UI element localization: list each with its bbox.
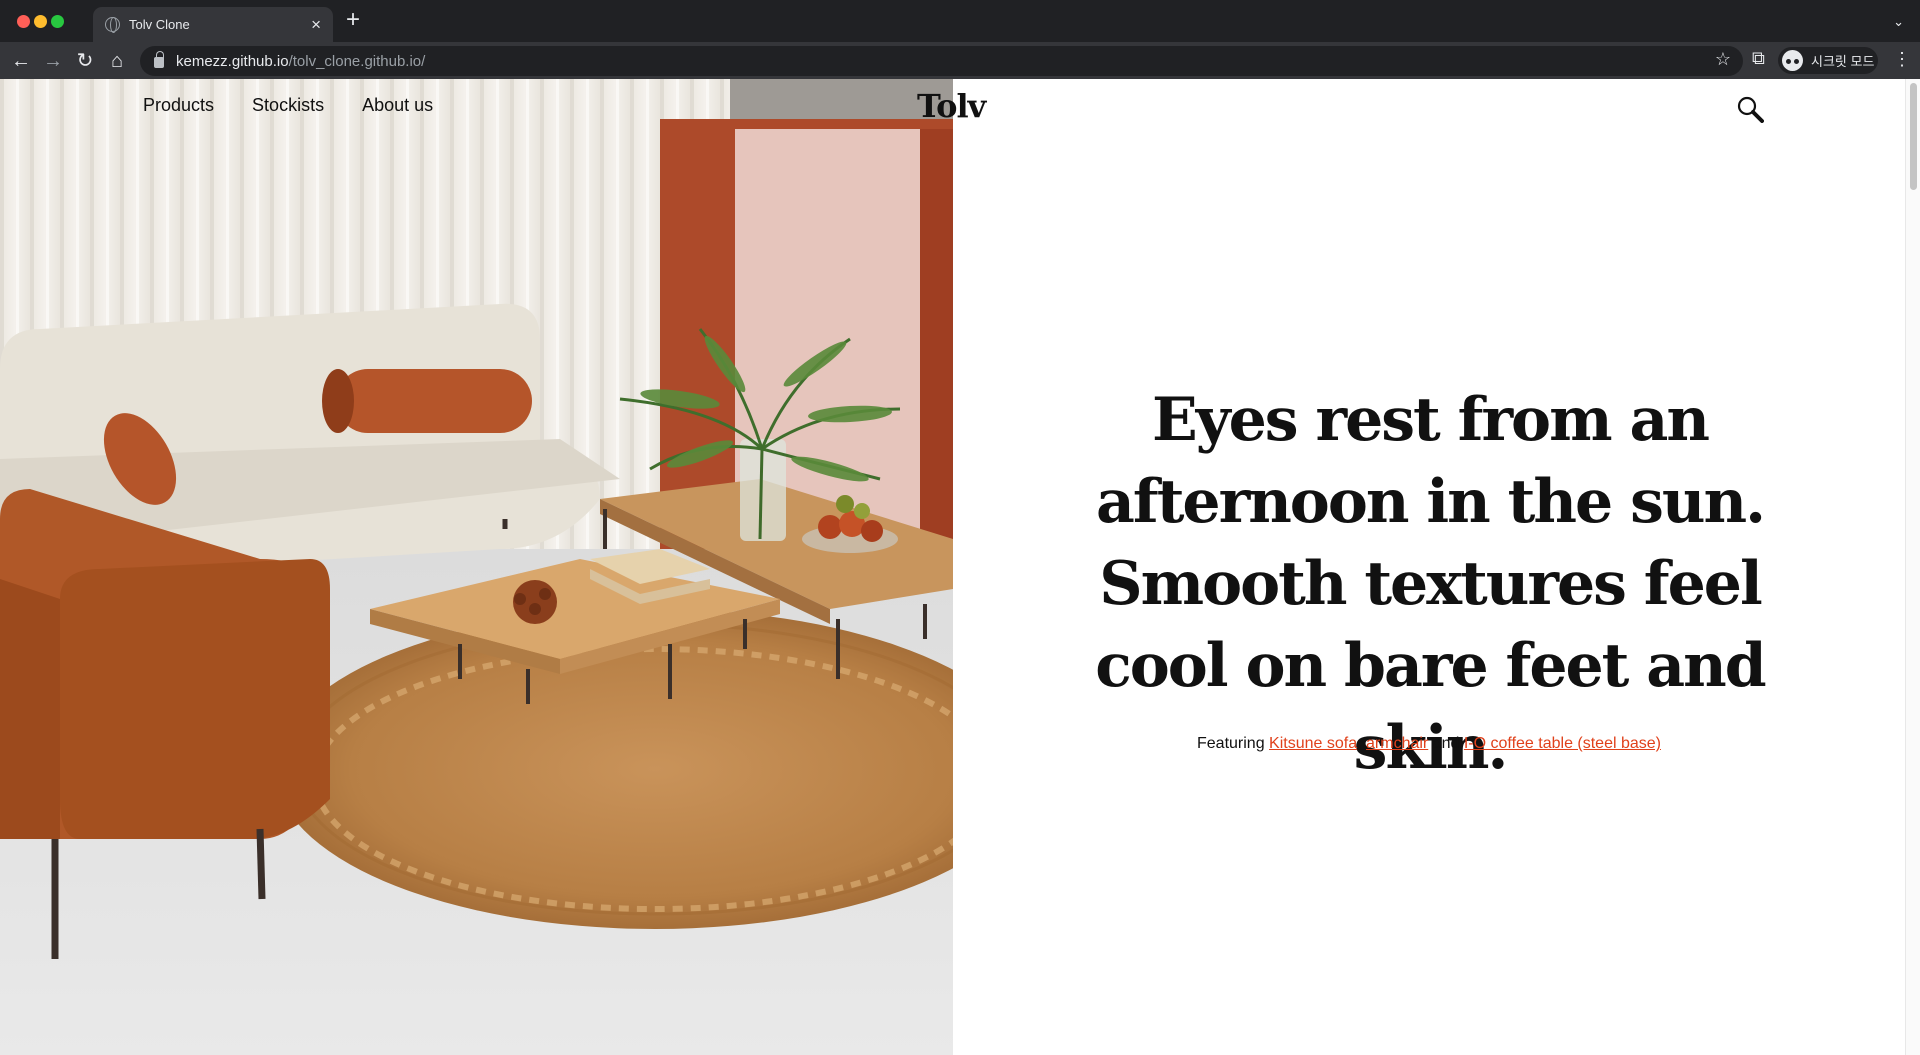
address-bar[interactable]: kemezz.github.io/tolv_clone.github.io/ ☆ <box>140 46 1743 76</box>
browser-tab[interactable]: Tolv Clone × <box>93 7 333 42</box>
plus-icon[interactable]: + <box>346 8 360 32</box>
separator-and: and <box>1432 735 1460 752</box>
search-icon[interactable] <box>1736 95 1764 123</box>
scrollbar-thumb[interactable] <box>1910 83 1917 190</box>
close-icon[interactable]: × <box>311 16 321 33</box>
forward-arrow-icon[interactable]: → <box>40 48 66 74</box>
nav-stockists[interactable]: Stockists <box>252 95 324 116</box>
url-path: /tolv_clone.github.io/ <box>288 52 426 70</box>
zoom-window-button[interactable] <box>51 15 64 28</box>
tab-title: Tolv Clone <box>129 17 190 32</box>
link-armchair[interactable]: armchair <box>1366 735 1428 752</box>
hero-image <box>0 79 953 1055</box>
page-scrollbar[interactable] <box>1905 79 1920 1055</box>
featuring-prefix: Featuring <box>1197 735 1265 752</box>
browser-tab-strip: Tolv Clone × + ⌄ <box>0 0 1920 42</box>
nav-products[interactable]: Products <box>143 95 214 116</box>
home-icon[interactable]: ⌂ <box>104 48 130 74</box>
lock-icon <box>154 51 164 68</box>
incognito-icon <box>1782 50 1803 71</box>
separator-comma: , <box>1357 735 1362 752</box>
hero-headline: Eyes rest from an afternoon in the sun. … <box>1095 385 1767 783</box>
star-icon[interactable]: ☆ <box>1715 49 1731 70</box>
page-viewport: Products Stockists About us Tolv Eyes re… <box>0 79 1920 1055</box>
nav-about-us[interactable]: About us <box>362 95 433 116</box>
incognito-profile-button[interactable]: 시크릿 모드 <box>1778 47 1878 74</box>
incognito-label: 시크릿 모드 <box>1811 54 1875 69</box>
featuring-caption: Featuring Kitsune sofa, armchair and I-O… <box>953 735 1905 753</box>
browser-toolbar: ← → ↻ ⌂ kemezz.github.io/tolv_clone.gith… <box>0 42 1920 79</box>
link-kitsune-sofa[interactable]: Kitsune sofa <box>1269 735 1357 752</box>
link-io-coffee-table[interactable]: I-O coffee table (steel base) <box>1464 735 1661 752</box>
globe-icon <box>105 17 120 33</box>
site-nav: Products Stockists About us <box>143 95 433 116</box>
close-window-button[interactable] <box>17 15 30 28</box>
reload-icon[interactable]: ↻ <box>72 48 98 74</box>
site-logo[interactable]: Tolv <box>917 87 986 125</box>
minimize-window-button[interactable] <box>34 15 47 28</box>
url-host: kemezz.github.io <box>176 52 289 70</box>
chevron-down-icon[interactable]: ⌄ <box>1893 14 1904 30</box>
kebab-menu-icon[interactable]: ⋮ <box>1893 50 1911 68</box>
puzzle-icon[interactable]: ⧉ <box>1752 48 1765 69</box>
back-arrow-icon[interactable]: ← <box>8 48 34 74</box>
